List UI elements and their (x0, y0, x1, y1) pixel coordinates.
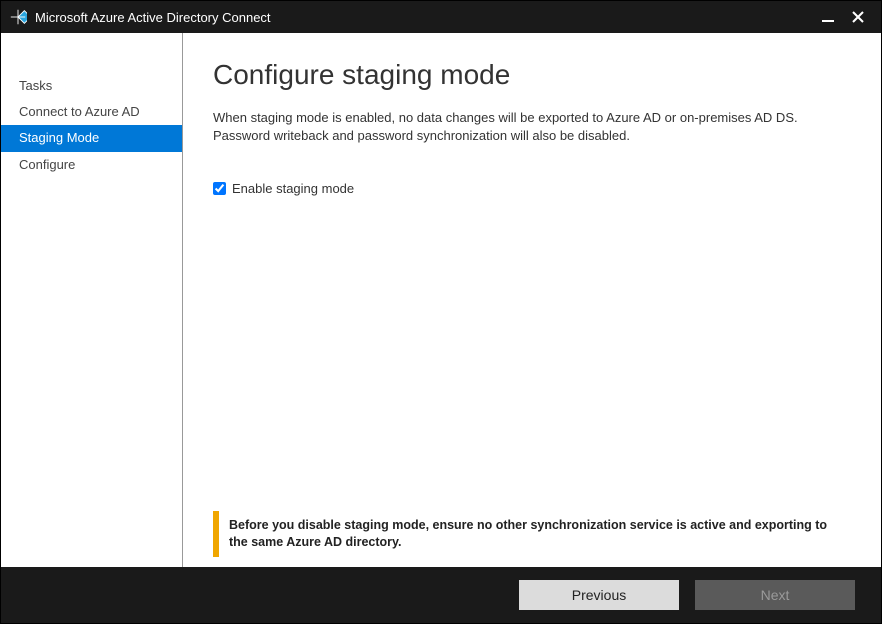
sidebar-item-tasks[interactable]: Tasks (1, 73, 182, 99)
warning-banner: Before you disable staging mode, ensure … (213, 511, 851, 557)
titlebar: Microsoft Azure Active Directory Connect (1, 1, 881, 33)
page-title: Configure staging mode (213, 59, 851, 91)
sidebar-item-label: Staging Mode (19, 130, 99, 145)
sidebar-item-connect-azure-ad[interactable]: Connect to Azure AD (1, 99, 182, 125)
sidebar-item-staging-mode[interactable]: Staging Mode (1, 125, 182, 151)
body: Tasks Connect to Azure AD Staging Mode C… (1, 33, 881, 567)
previous-button[interactable]: Previous (519, 580, 679, 610)
window-title: Microsoft Azure Active Directory Connect (35, 10, 271, 25)
sidebar-item-configure[interactable]: Configure (1, 152, 182, 178)
page-description: When staging mode is enabled, no data ch… (213, 109, 833, 145)
footer: Previous Next (1, 567, 881, 623)
close-button[interactable] (843, 1, 873, 33)
warning-text: Before you disable staging mode, ensure … (229, 518, 827, 549)
enable-staging-mode-checkbox[interactable] (213, 182, 226, 195)
sidebar-item-label: Tasks (19, 78, 52, 93)
sidebar-item-label: Connect to Azure AD (19, 104, 140, 119)
app-icon (9, 8, 27, 26)
next-button[interactable]: Next (695, 580, 855, 610)
minimize-button[interactable] (813, 1, 843, 33)
enable-staging-mode-row[interactable]: Enable staging mode (213, 181, 851, 196)
sidebar: Tasks Connect to Azure AD Staging Mode C… (1, 33, 183, 567)
enable-staging-mode-label: Enable staging mode (232, 181, 354, 196)
main-panel: Configure staging mode When staging mode… (183, 33, 881, 567)
sidebar-item-label: Configure (19, 157, 75, 172)
